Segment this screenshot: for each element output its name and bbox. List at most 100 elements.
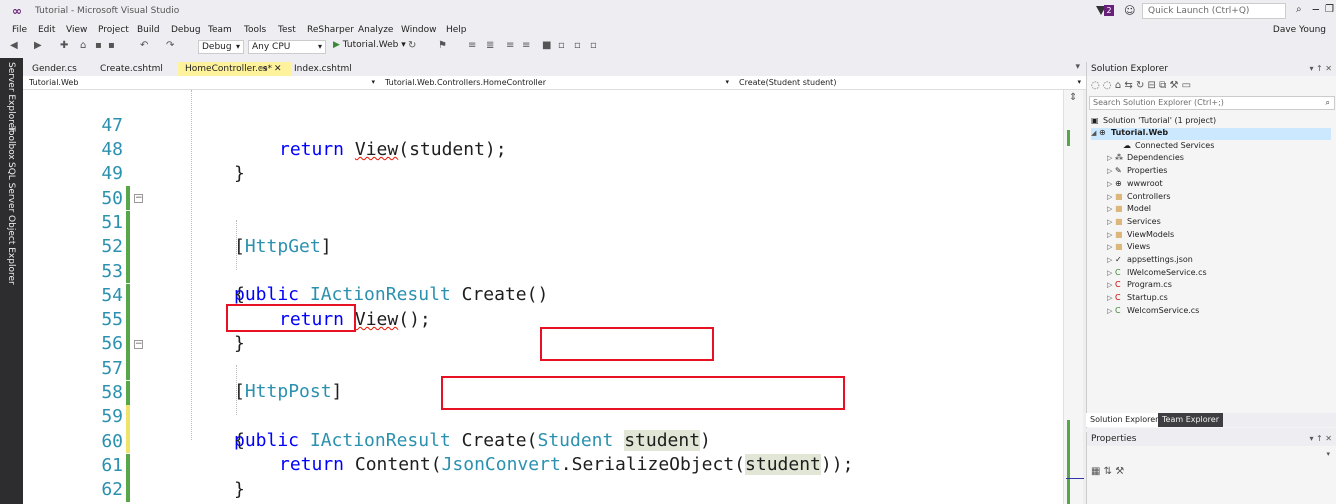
tab-overflow-icon[interactable]: ▾ — [1075, 62, 1080, 72]
tab-label: HomeController.cs* — [185, 64, 273, 74]
new-project-icon[interactable]: ✚ — [60, 40, 68, 51]
run-target-label: Tutorial.Web — [342, 40, 399, 50]
toolbox-tab[interactable]: Toolbox — [6, 126, 16, 160]
search-icon[interactable]: ⌕ — [1296, 4, 1302, 15]
pin-icon[interactable]: ⇨ — [260, 64, 268, 74]
panel-controls[interactable]: ▾ ↑ ✕ — [1309, 64, 1332, 73]
configuration-select[interactable]: Debug ▾ — [198, 40, 244, 54]
menu-window[interactable]: Window — [401, 25, 437, 35]
align-icon[interactable]: ≡ — [468, 40, 476, 51]
code-editor[interactable]: 47 return View(student); 48 } 49 50 [Htt… — [23, 90, 1063, 504]
project-dropdown[interactable]: Tutorial.Web ▾ — [25, 77, 377, 89]
bookmark-next-icon[interactable]: ▫ — [574, 40, 581, 51]
tree-item-iwelcomeservice[interactable]: ▷ C IWelcomeService.cs — [1107, 268, 1207, 280]
menu-view[interactable]: View — [66, 25, 87, 35]
notifications-button[interactable]: 2 — [1096, 5, 1116, 17]
tab-homecontroller-cs[interactable]: HomeController.cs* ⇨ ✕ — [178, 62, 291, 76]
split-icon[interactable]: ⇕ — [1069, 92, 1077, 103]
csharp-file-icon: C — [1115, 280, 1121, 289]
quick-launch-input[interactable]: Quick Launch (Ctrl+Q) — [1142, 3, 1286, 19]
feedback-icon[interactable]: ☺ — [1124, 4, 1135, 17]
format-icon[interactable]: ≣ — [486, 40, 494, 51]
menu-analyze[interactable]: Analyze — [358, 25, 393, 35]
forward-icon[interactable]: ▶ — [34, 40, 42, 51]
comment-icon[interactable]: ≡ — [506, 40, 514, 51]
notification-count: 2 — [1104, 5, 1114, 16]
categorized-icon[interactable]: ▦ — [1091, 466, 1100, 477]
bookmark-clear-icon[interactable]: ▫ — [590, 40, 597, 51]
search-icon[interactable]: ⌕ — [1326, 98, 1330, 108]
refresh-icon[interactable]: ↻ — [1136, 80, 1144, 91]
solution-search-input[interactable]: Search Solution Explorer (Ctrl+;) ⌕ — [1089, 96, 1335, 110]
menu-tools[interactable]: Tools — [244, 25, 266, 35]
browser-link-icon[interactable]: ⚑ — [438, 40, 447, 51]
run-button[interactable]: ▶ Tutorial.Web ▾ — [333, 40, 406, 50]
close-icon[interactable]: ✕ — [274, 64, 282, 74]
show-all-icon[interactable]: ⧉ — [1159, 80, 1166, 91]
collapse-all-icon[interactable]: ⊟ — [1148, 80, 1156, 91]
sql-server-object-explorer-tab[interactable]: SQL Server Object Explorer — [6, 162, 16, 285]
menu-test[interactable]: Test — [278, 25, 296, 35]
user-account[interactable]: Dave Young — [1273, 25, 1326, 35]
menu-build[interactable]: Build — [137, 25, 160, 35]
editor-scrollbar[interactable]: ⇕ — [1063, 90, 1084, 504]
web-project-icon: ⊕ — [1099, 128, 1106, 137]
tree-item-services[interactable]: ▷ ■ Services — [1107, 217, 1161, 229]
tree-item-dependencies[interactable]: ▷ ⁂ Dependencies — [1107, 153, 1184, 165]
server-explorer-tab[interactable]: Server Explorer — [6, 62, 16, 132]
tree-item-appsettings[interactable]: ▷ ✓ appsettings.json — [1107, 255, 1193, 267]
tab-solution-explorer[interactable]: Solution Explorer — [1086, 413, 1163, 427]
tree-item-connected-services[interactable]: ☁ Connected Services — [1123, 141, 1214, 153]
collapse-icon[interactable]: − — [134, 340, 143, 349]
tree-item-controllers[interactable]: ▷ ■ Controllers — [1107, 192, 1171, 204]
tab-gender-cs[interactable]: Gender.cs — [25, 62, 84, 76]
panel-controls[interactable]: ▾ ↑ ✕ — [1309, 434, 1332, 443]
menu-edit[interactable]: Edit — [38, 25, 55, 35]
tree-item-welcomservice[interactable]: ▷ C WelcomService.cs — [1107, 306, 1199, 318]
menu-project[interactable]: Project — [98, 25, 129, 35]
back-icon[interactable]: ◀ — [10, 40, 18, 51]
chevron-down-icon[interactable]: ▾ — [1326, 450, 1330, 458]
forward-icon[interactable]: ◌ — [1103, 80, 1112, 91]
back-icon[interactable]: ◌ — [1091, 80, 1100, 91]
menu-help[interactable]: Help — [446, 25, 467, 35]
tree-item-program[interactable]: ▷ C Program.cs — [1107, 280, 1172, 292]
member-dropdown[interactable]: Create(Student student) ▾ — [735, 77, 1083, 89]
tree-item-model[interactable]: ▷ ■ Model — [1107, 204, 1151, 216]
collapse-icon[interactable]: − — [134, 194, 143, 203]
sync-icon[interactable]: ⇆ — [1124, 80, 1132, 91]
window-title: Tutorial - Microsoft Visual Studio — [35, 6, 180, 16]
tab-create-cshtml[interactable]: Create.cshtml — [93, 62, 170, 76]
platform-select[interactable]: Any CPU ▾ — [248, 40, 326, 54]
tree-item-solution[interactable]: ▣ Solution 'Tutorial' (1 project) — [1091, 116, 1216, 128]
tree-item-startup[interactable]: ▷ C Startup.cs — [1107, 293, 1168, 305]
tree-item-viewmodels[interactable]: ▷ ■ ViewModels — [1107, 230, 1174, 242]
menu-resharper[interactable]: ReSharper — [307, 25, 354, 35]
alphabetical-icon[interactable]: ⇅ — [1104, 466, 1112, 477]
bookmark-icon[interactable]: ■ — [542, 40, 551, 51]
refresh-icon[interactable]: ↻ — [408, 40, 416, 51]
menu-debug[interactable]: Debug — [171, 25, 201, 35]
class-dropdown[interactable]: Tutorial.Web.Controllers.HomeController … — [381, 77, 731, 89]
tree-item-properties[interactable]: ▷ ✎ Properties — [1107, 166, 1167, 178]
menu-file[interactable]: File — [12, 25, 27, 35]
uncomment-icon[interactable]: ≡ — [522, 40, 530, 51]
menu-team[interactable]: Team — [208, 25, 232, 35]
preview-icon[interactable]: ▭ — [1182, 80, 1191, 91]
open-file-icon[interactable]: ⌂ — [80, 40, 86, 51]
save-all-icon[interactable]: ▪ — [108, 40, 115, 51]
tab-index-cshtml[interactable]: Index.cshtml — [287, 62, 359, 76]
property-pages-icon[interactable]: ⚒ — [1115, 466, 1124, 477]
tab-team-explorer[interactable]: Team Explorer — [1158, 413, 1223, 427]
undo-icon[interactable]: ↶ — [140, 40, 148, 51]
tree-item-views[interactable]: ▷ ■ Views — [1107, 242, 1150, 254]
home-icon[interactable]: ⌂ — [1115, 80, 1121, 91]
tree-item-wwwroot[interactable]: ▷ ⊕ wwwroot — [1107, 179, 1163, 191]
properties-icon[interactable]: ⚒ — [1169, 80, 1178, 91]
bookmark-prev-icon[interactable]: ▫ — [558, 40, 565, 51]
save-icon[interactable]: ▪ — [95, 40, 102, 51]
minimize-button[interactable]: ‒ — [1312, 2, 1320, 16]
redo-icon[interactable]: ↷ — [166, 40, 174, 51]
restore-button[interactable]: ❐ — [1325, 4, 1334, 15]
tree-item-project[interactable]: ◢ ⊕ Tutorial.Web — [1091, 128, 1331, 140]
